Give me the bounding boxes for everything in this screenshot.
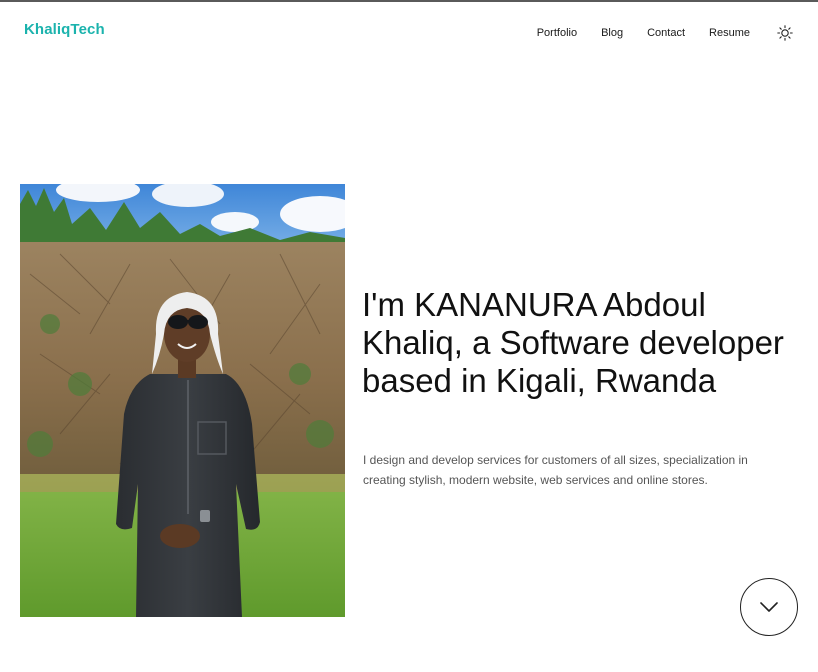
sun-icon [777,25,793,41]
scroll-down-button[interactable] [740,578,798,636]
hero-description: I design and develop services for custom… [363,453,748,487]
nav-link-resume[interactable]: Resume [709,25,750,41]
site-logo[interactable]: KhaliqTech [24,21,105,38]
chevron-down-icon [760,602,778,612]
top-border [0,0,818,2]
nav-link-contact[interactable]: Contact [647,25,685,41]
theme-toggle-button[interactable] [776,24,794,42]
profile-photo [20,184,345,617]
hero-headline: I'm KANANURA Abdoul Khaliq, a Software d… [362,286,784,399]
nav-link-blog[interactable]: Blog [601,25,623,41]
portrait-photo [20,184,345,617]
main-nav: Portfolio Blog Contact Resume [537,24,794,42]
nav-link-portfolio[interactable]: Portfolio [537,25,577,41]
